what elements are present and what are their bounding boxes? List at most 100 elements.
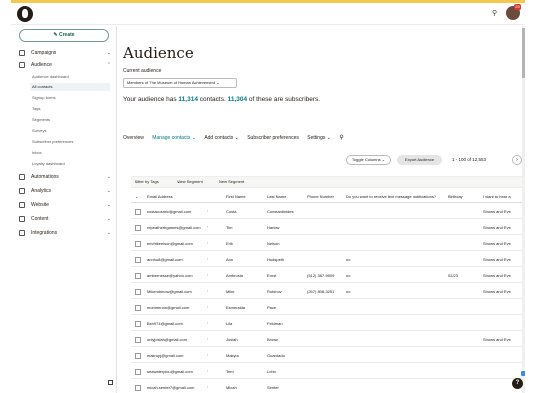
chevron-up-icon: ⌃ bbox=[106, 62, 111, 68]
scrollbar-track[interactable] bbox=[522, 26, 525, 393]
row-checkbox[interactable] bbox=[135, 225, 141, 231]
col-email[interactable]: Email Address bbox=[147, 194, 173, 199]
table-row[interactable]: monmenon@gmail.com Esmeralda Pace › bbox=[131, 300, 525, 315]
sidebar-item-website[interactable]: Website ⌄ bbox=[19, 200, 113, 210]
sidebar-sub-audience-dashboard[interactable]: Audience dashboard bbox=[32, 73, 112, 81]
toggle-columns-button[interactable]: Toggle Columns ⌄ bbox=[346, 155, 391, 165]
sidebar-sub-inbox[interactable]: Inbox bbox=[32, 149, 112, 157]
sidebar-sub-loyalty-dashboard[interactable]: Loyalty dashboard bbox=[32, 160, 112, 168]
sidebar-sub-signup-forms[interactable]: Signup forms bbox=[32, 94, 112, 102]
cell-first-name: Josiah bbox=[226, 337, 238, 342]
table-row[interactable]: repeatherbgames@gmail.com Tim Harlow Shows … bbox=[131, 220, 525, 235]
row-chevron-icon[interactable]: › bbox=[207, 304, 208, 309]
table-row[interactable]: costacosmic@gmail.com Costa Constantinides… bbox=[131, 204, 525, 219]
row-chevron-icon[interactable]: › bbox=[207, 224, 208, 229]
col-last-name[interactable]: Last Name bbox=[267, 194, 286, 199]
col-phone[interactable]: Phone Number bbox=[307, 194, 334, 199]
row-checkbox[interactable] bbox=[135, 209, 141, 215]
audience-tabs: Overview Manage contacts ⌄ Add contacts … bbox=[123, 134, 344, 144]
tab-manage-contacts[interactable]: Manage contacts ⌄ bbox=[152, 135, 196, 141]
tab-overview[interactable]: Overview bbox=[123, 135, 144, 141]
row-chevron-icon[interactable]: › bbox=[207, 368, 208, 373]
row-chevron-icon[interactable]: › bbox=[207, 336, 208, 341]
table-row[interactable]: seawaterpicu@gmail.com Terri Lohn › bbox=[131, 364, 525, 379]
row-checkbox[interactable] bbox=[135, 353, 141, 359]
row-chevron-icon[interactable]: › bbox=[207, 240, 208, 245]
cell-email[interactable]: repeatherbgames@gmail.com bbox=[147, 225, 205, 230]
sidebar-sub-segments[interactable]: Segments bbox=[32, 116, 112, 124]
sidebar-item-campaigns[interactable]: Campaigns ⌄ bbox=[19, 48, 113, 58]
cell-email[interactable]: monmenon@gmail.com bbox=[147, 305, 205, 310]
sidebar-item-content[interactable]: Content ⌄ bbox=[19, 214, 113, 224]
sidebar-item-integrations[interactable]: Integrations ⌄ bbox=[19, 228, 113, 238]
create-button[interactable]: ✎ Create bbox=[19, 29, 109, 42]
cell-email[interactable]: onlyjosiah@gmail.com bbox=[147, 337, 205, 342]
col-sms-opt[interactable]: Do you want to receive text message noti… bbox=[346, 194, 444, 199]
row-checkbox[interactable] bbox=[135, 241, 141, 247]
row-checkbox[interactable] bbox=[135, 321, 141, 327]
sidebar-sub-surveys[interactable]: Surveys bbox=[32, 127, 112, 135]
row-checkbox[interactable] bbox=[135, 273, 141, 279]
export-audience-button[interactable]: Export Audience bbox=[397, 155, 442, 165]
row-checkbox[interactable] bbox=[135, 305, 141, 311]
row-chevron-icon[interactable]: › bbox=[207, 272, 208, 277]
cell-email[interactable]: Mikerubinow@gmail.com bbox=[147, 289, 205, 294]
col-first-name[interactable]: First Name bbox=[226, 194, 246, 199]
row-chevron-icon[interactable]: › bbox=[207, 384, 208, 389]
row-checkbox[interactable] bbox=[135, 337, 141, 343]
cell-email[interactable]: micah.senter7@gmail.com bbox=[147, 385, 205, 390]
sidebar-sub-subscriber-preferences[interactable]: Subscriber preferences bbox=[32, 138, 112, 146]
sidebar-item-audience[interactable]: Audience ⌃ bbox=[19, 60, 113, 70]
row-chevron-icon[interactable]: › bbox=[207, 288, 208, 293]
mailchimp-logo-icon[interactable] bbox=[17, 6, 33, 22]
scrollbar-thumb[interactable] bbox=[522, 28, 525, 78]
audience-select[interactable]: Members of The Museum of Human Achieveme… bbox=[123, 78, 237, 88]
row-chevron-icon[interactable]: › bbox=[207, 256, 208, 261]
new-segment-button[interactable]: New Segment bbox=[219, 177, 244, 187]
row-checkbox[interactable] bbox=[135, 289, 141, 295]
table-row[interactable]: Mikerubinow@gmail.com Mike Rubinov (267) 80… bbox=[131, 284, 525, 299]
tab-subscriber-preferences[interactable]: Subscriber preferences bbox=[247, 135, 299, 141]
cell-hear-about: Shows and Eve bbox=[483, 289, 511, 294]
row-chevron-icon[interactable]: › bbox=[207, 208, 208, 213]
chevron-down-icon: ⌄ bbox=[106, 50, 111, 56]
cell-email[interactable]: Bsh974@gmail.com bbox=[147, 321, 205, 326]
table-row[interactable]: erichtkeelson@gmail.com Erik Nelson Shows a… bbox=[131, 236, 525, 251]
sidebar-sub-tags[interactable]: Tags bbox=[32, 105, 112, 113]
cell-email[interactable]: ambernesse@yahoo.com bbox=[147, 273, 205, 278]
row-checkbox[interactable] bbox=[135, 369, 141, 375]
row-chevron-icon[interactable]: › bbox=[207, 352, 208, 357]
row-chevron-icon[interactable]: › bbox=[207, 320, 208, 325]
table-row[interactable]: Bsh974@gmail.com Lila Feldman › bbox=[131, 316, 525, 331]
table-row[interactable]: onlyjosiah@gmail.com Josiah Brown Shows and… bbox=[131, 332, 525, 347]
cell-email[interactable]: annhu8@gmail.com bbox=[147, 257, 205, 262]
select-all-chevron-icon[interactable]: ⌄ bbox=[135, 194, 138, 199]
sidebar-sub-all-contacts[interactable]: All contacts bbox=[30, 83, 110, 91]
table-row[interactable]: annhu8@gmail.com Ann Hudspeth no Shows and E… bbox=[131, 252, 525, 267]
search-icon[interactable]: ⚲ bbox=[492, 9, 497, 17]
contacts-count-link[interactable]: 11,314 bbox=[178, 96, 198, 103]
next-page-button[interactable]: › bbox=[512, 155, 522, 165]
sidebar-item-analytics[interactable]: Analytics ⌄ bbox=[19, 186, 113, 196]
cell-email[interactable]: erichtkeelson@gmail.com bbox=[147, 241, 205, 246]
col-birthday[interactable]: Birthday bbox=[448, 194, 463, 199]
table-row[interactable]: ambernesse@yahoo.com Ambrosia Ernst (512) 3… bbox=[131, 268, 525, 283]
cell-email[interactable]: seawaterpicu@gmail.com bbox=[147, 369, 205, 374]
table-row[interactable]: micah.senter7@gmail.com Micah Senter › bbox=[131, 380, 525, 393]
row-checkbox[interactable] bbox=[135, 385, 141, 391]
help-button[interactable]: ? bbox=[512, 378, 523, 389]
tab-add-contacts[interactable]: Add contacts ⌄ bbox=[204, 135, 239, 141]
search-icon[interactable]: ⚲ bbox=[339, 134, 343, 141]
sidebar-item-automations[interactable]: Automations ⌄ bbox=[19, 172, 113, 182]
col-hear-about[interactable]: I want to hear a bbox=[483, 194, 525, 199]
cell-email[interactable]: makrupj@gmail.com bbox=[147, 353, 205, 358]
row-checkbox[interactable] bbox=[135, 257, 141, 263]
table-row[interactable]: makrupj@gmail.com Makyia Guardado › bbox=[131, 348, 525, 363]
cell-email[interactable]: costacosmic@gmail.com bbox=[147, 209, 205, 214]
collapse-sidebar-icon[interactable] bbox=[108, 380, 113, 385]
filter-by-tags-dropdown[interactable]: Filter by Tags ⌄ bbox=[135, 177, 159, 187]
subscribers-count-link[interactable]: 11,304 bbox=[228, 96, 248, 103]
summary-suffix: of these are subscribers. bbox=[247, 96, 321, 103]
view-segment-dropdown[interactable]: View Segment ⌄ bbox=[177, 177, 203, 187]
tab-settings[interactable]: Settings ⌄ bbox=[307, 135, 331, 141]
